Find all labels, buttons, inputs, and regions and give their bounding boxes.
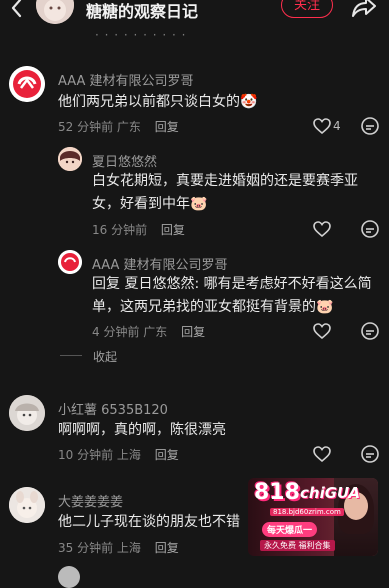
emoji-icon: 🐷 [316,299,334,315]
avatar[interactable] [58,566,80,588]
reply-time: 16 分钟前 [92,223,148,237]
comment-author[interactable]: AAA 建材有限公司罗哥 [58,70,194,89]
reply-button[interactable]: 回复 [155,448,179,462]
top-bar: 糖糖的观察日记 关注 [0,0,389,24]
comment-meta: 10 分钟前 上海 回复 [58,446,179,463]
reply-time: 4 分钟前 [92,325,140,339]
share-icon[interactable] [350,0,378,20]
comment-reply-icon[interactable] [360,219,380,239]
reply-meta: 16 分钟前 回复 [92,221,185,238]
reply-meta: 4 分钟前 广东 回复 [92,323,205,340]
like-count: 4 [333,119,341,133]
ad-url: 818.bjd60zrim.com [270,508,344,516]
comment-author[interactable]: 大姜姜姜姜 [58,491,123,510]
avatar[interactable] [9,66,45,102]
reply-button[interactable]: 回复 [155,120,179,134]
reply-text-line-2: 女，好看到中年🐷 [92,192,207,216]
like-heart-icon[interactable] [312,219,332,239]
reply-text-body: 单，这两兄弟找的亚女都挺有背景的 [92,299,316,315]
follow-button[interactable]: 关注 [281,0,333,18]
reply-button[interactable]: 回复 [181,325,205,339]
ad-tagline: 每天爆瓜一 [262,522,318,537]
floating-ad-banner[interactable]: 818 chiGUA 818.bjd60zrim.com 每天爆瓜一 永久免费 … [248,478,378,556]
author-name[interactable]: 糖糖的观察日记 [86,0,198,22]
reply-text-line-1: 白女花期短，真要走进婚姻的还是要赛季亚 [92,173,358,189]
emoji-icon: 🤡 [240,94,258,110]
collapse-divider [60,355,82,356]
collapse-replies-button[interactable]: 收起 [93,348,117,365]
back-arrow-icon[interactable] [6,0,30,20]
reply-author[interactable]: 夏日悠悠然 [92,151,157,170]
ad-headline-number: 818 [254,480,300,505]
like-heart-icon[interactable] [312,116,332,136]
comment-text: 他们两兄弟以前都只谈白女的🤡 [58,90,257,114]
ad-subline: 永久免费 福利合集 [260,540,335,551]
reply-button[interactable]: 回复 [155,541,179,555]
comment-location: 上海 [116,448,141,462]
reply-text-body: 女，好看到中年 [92,196,190,212]
comment-location: 广东 [116,120,141,134]
comment-text: 他二儿子现在谈的朋友也不错 [58,514,240,530]
comment-location: 上海 [116,541,141,555]
emoji-icon: 🐷 [190,196,208,212]
comment-meta: 52 分钟前 广东 回复 [58,118,179,135]
reply-author[interactable]: AAA 建材有限公司罗哥 [92,254,228,273]
comment-time: 10 分钟前 [58,448,114,462]
avatar[interactable] [9,395,45,431]
comment-meta: 35 分钟前 上海 回复 [58,539,179,556]
like-heart-icon[interactable] [312,321,332,341]
comment-time: 52 分钟前 [58,120,114,134]
comment-text: 啊啊啊，真的啊，陈很漂亮 [58,422,226,438]
reply-button[interactable]: 回复 [161,223,185,237]
reply-location: 广东 [143,325,168,339]
avatar[interactable] [58,250,82,274]
ad-brand-text: chiGUA [300,484,361,502]
author-avatar[interactable] [36,0,74,24]
reply-text-line-1: 回复 夏日悠悠然: 哪有是考虑好不好看这么简 [92,276,372,292]
comment-author[interactable]: 小红薯 6535B120 [58,399,168,418]
comment-reply-icon[interactable] [360,444,380,464]
comment-text-body: 他们两兄弟以前都只谈白女的 [58,94,240,110]
avatar[interactable] [58,147,82,171]
truncated-meta-line: · · · · · · · · · · [95,28,187,40]
comment-reply-icon[interactable] [360,321,380,341]
like-heart-icon[interactable] [312,444,332,464]
avatar[interactable] [9,487,45,523]
comment-reply-icon[interactable] [360,116,380,136]
comment-time: 35 分钟前 [58,541,114,555]
reply-text-line-2: 单，这两兄弟找的亚女都挺有背景的🐷 [92,295,333,319]
